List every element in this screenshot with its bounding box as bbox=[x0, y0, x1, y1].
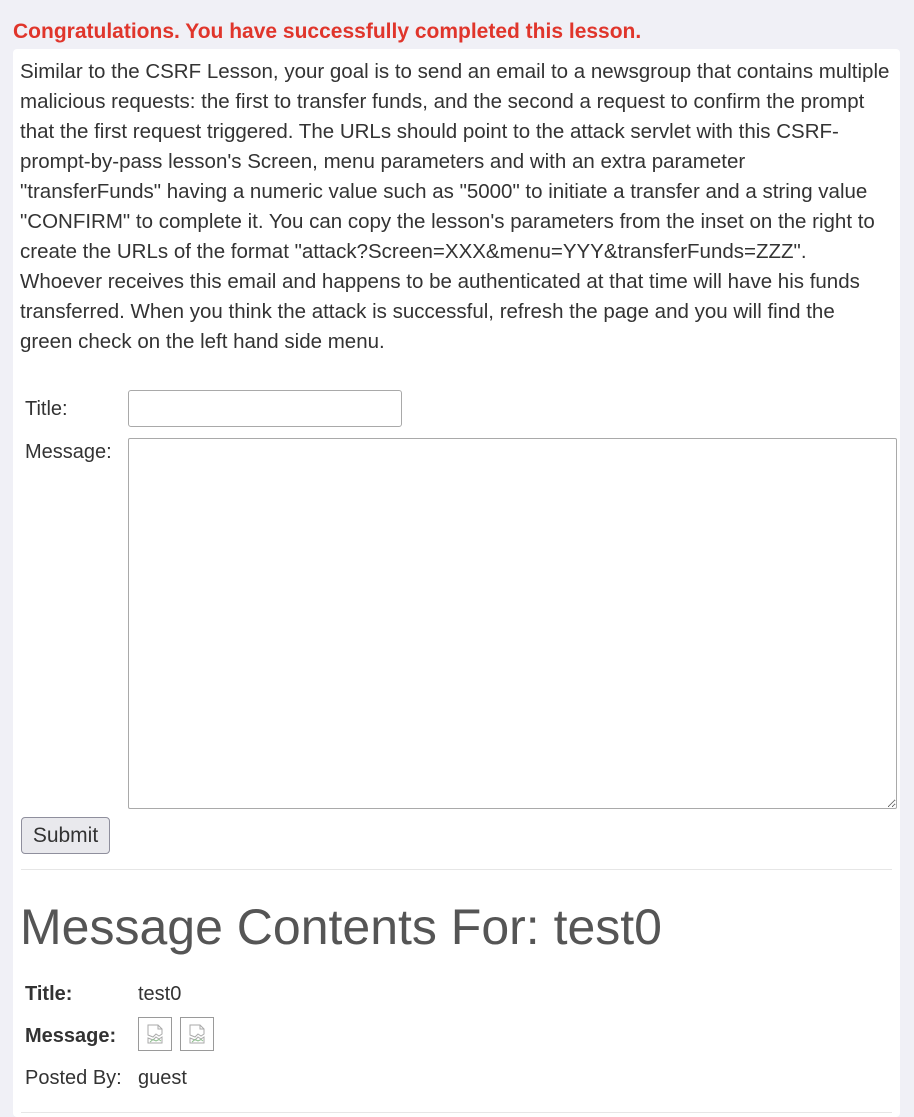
lesson-instructions: Similar to the CSRF Lesson, your goal is… bbox=[20, 60, 890, 353]
message-contents-heading: Message Contents For: test0 bbox=[20, 899, 662, 955]
message-label: Message: bbox=[25, 441, 112, 463]
message-title-value: test0 bbox=[138, 983, 182, 1005]
submit-button[interactable]: Submit bbox=[21, 817, 110, 854]
posted-by-value: guest bbox=[138, 1067, 187, 1089]
divider bbox=[21, 1112, 892, 1113]
message-textarea[interactable] bbox=[128, 438, 897, 809]
title-input[interactable] bbox=[128, 390, 402, 427]
lesson-content-panel: Similar to the CSRF Lesson, your goal is… bbox=[13, 49, 900, 1117]
broken-image-icon bbox=[138, 1017, 172, 1051]
message-title-label: Title: bbox=[25, 983, 73, 1005]
message-body-label: Message: bbox=[25, 1025, 117, 1047]
title-label: Title: bbox=[25, 398, 68, 420]
lesson-complete-message: Congratulations. You have successfully c… bbox=[13, 20, 642, 43]
posted-by-label: Posted By: bbox=[25, 1067, 122, 1089]
broken-image-icon bbox=[180, 1017, 214, 1051]
divider bbox=[21, 869, 892, 870]
